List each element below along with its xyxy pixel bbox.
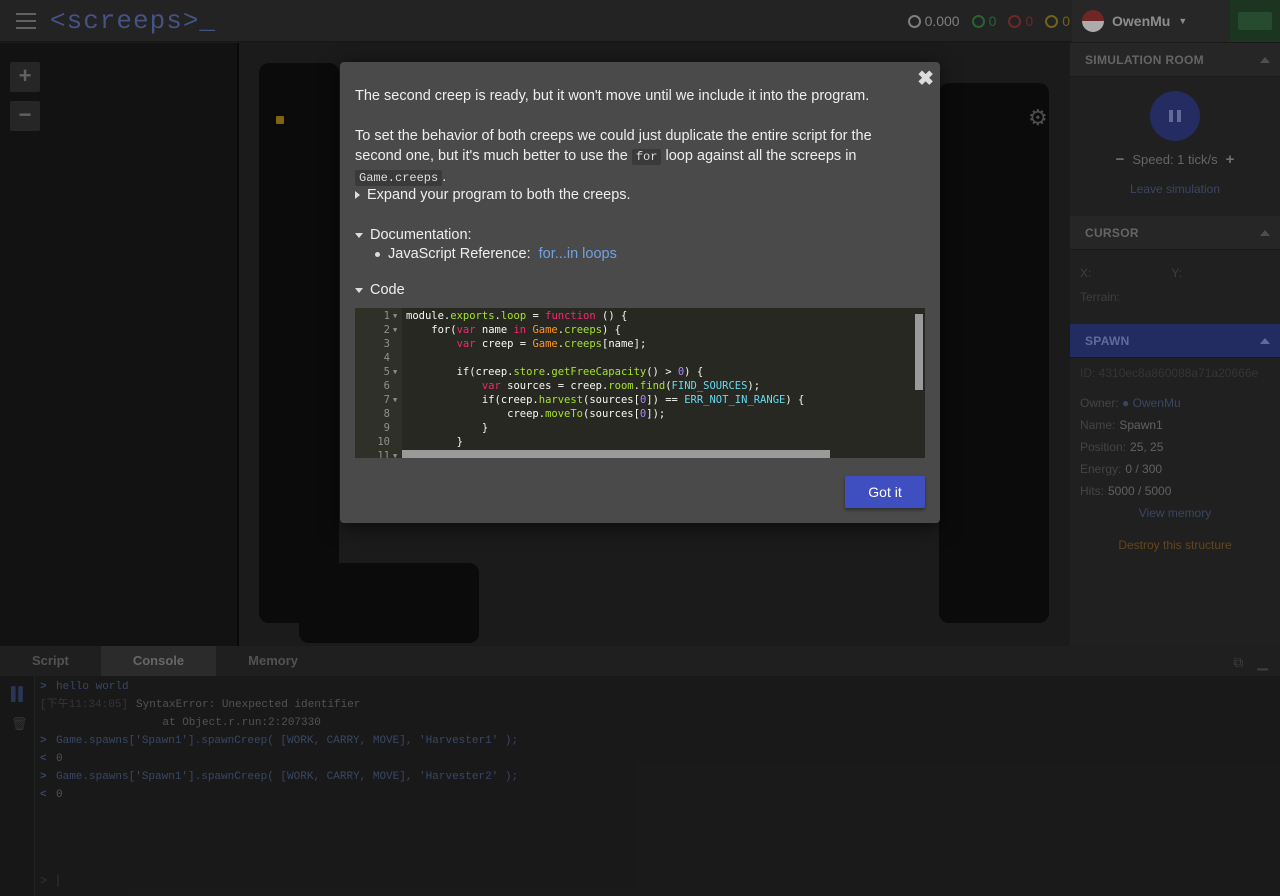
code-line: 9 } (383, 422, 489, 434)
code-for: for (631, 149, 662, 165)
tutorial-dialog: ✖ The second creep is ready, but it won'… (340, 62, 940, 523)
collapse-arrow-icon (355, 287, 363, 293)
code-line: 1 ▼ module.exports.loop = function () { (383, 309, 628, 323)
intro-text: The second creep is ready, but it won't … (355, 88, 870, 104)
documentation-section[interactable]: Documentation: (355, 227, 472, 243)
collapse-arrow-icon (355, 232, 363, 238)
code-line: 8 creep.moveTo(sources[0]); (383, 408, 666, 420)
fold-arrow-icon[interactable]: ▼ (393, 449, 397, 458)
expand-section[interactable]: Expand your program to both the creeps. (355, 187, 631, 203)
got-it-button[interactable]: Got it (845, 476, 925, 508)
code-line: 4 (383, 352, 390, 364)
fold-arrow-icon[interactable]: ▼ (393, 365, 397, 379)
fold-arrow-icon[interactable]: ▼ (393, 323, 397, 337)
code-editor[interactable]: 1 ▼ module.exports.loop = function () {2 ▼ … (355, 308, 925, 458)
horizontal-scrollbar[interactable] (402, 450, 830, 458)
fold-arrow-icon[interactable]: ▼ (393, 309, 397, 323)
code-line: 3 var creep = Game.creeps[name]; (383, 338, 647, 350)
explanation-text: To set the behavior of both creeps we co… (355, 128, 872, 186)
code-line: 6 var sources = creep.room.find(FIND_SOU… (383, 380, 761, 392)
fold-arrow-icon[interactable]: ▼ (393, 393, 397, 407)
code-game-creeps: Game.creeps (355, 170, 443, 186)
code-section[interactable]: Code (355, 282, 405, 298)
expand-arrow-icon (355, 191, 360, 199)
for-in-loops-link[interactable]: for...in loops (539, 246, 617, 262)
doc-list-item: JavaScript Reference: for...in loops (375, 246, 617, 262)
code-line: 5 ▼ if(creep.store.getFreeCapacity() > 0)… (383, 365, 704, 379)
close-icon[interactable]: ✖ (917, 66, 934, 91)
vertical-scrollbar[interactable] (915, 314, 923, 390)
code-line: 7 ▼ if(creep.harvest(sources[0]) == ERR_N… (383, 393, 805, 407)
code-line: 2 ▼ for(var name in Game.creeps) { (383, 323, 621, 337)
code-line: 10 } (377, 436, 463, 448)
